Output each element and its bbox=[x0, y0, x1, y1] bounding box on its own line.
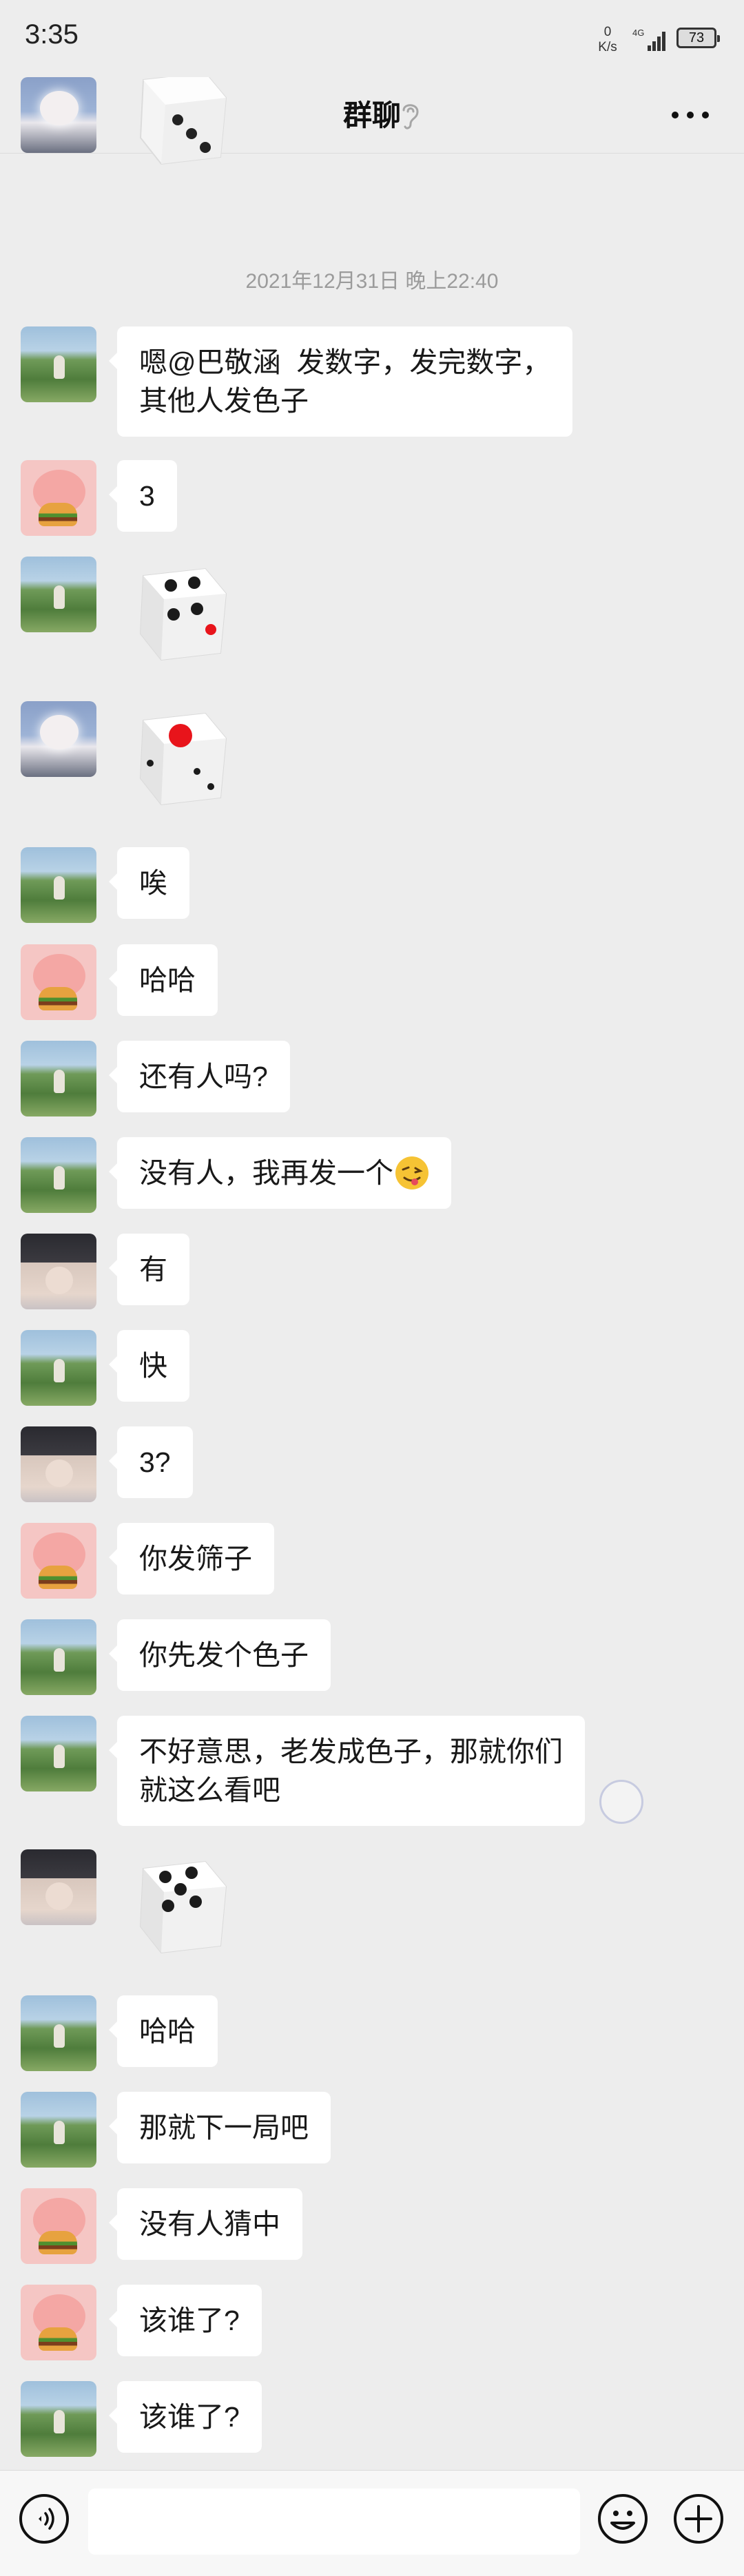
avatar[interactable] bbox=[21, 326, 96, 402]
message-input[interactable] bbox=[88, 2489, 580, 2555]
avatar[interactable] bbox=[21, 2188, 96, 2264]
network-speed: 0 K/s bbox=[594, 25, 621, 55]
message-bubble[interactable]: 3? bbox=[109, 1426, 193, 1498]
avatar[interactable] bbox=[21, 1716, 96, 1791]
message-bubble[interactable]: 哈哈 bbox=[109, 1995, 218, 2067]
avatar[interactable] bbox=[21, 701, 96, 777]
message-text: 没有人，我再发一个 bbox=[139, 1157, 393, 1189]
battery-icon: 73 bbox=[676, 28, 720, 48]
avatar[interactable] bbox=[21, 1330, 96, 1406]
message-bubble[interactable]: 哈哈 bbox=[109, 944, 218, 1016]
avatar[interactable] bbox=[21, 1619, 96, 1695]
message-bubble[interactable]: 没有人，我再发一个 bbox=[109, 1137, 451, 1209]
message-bubble[interactable]: 没有人猜中 bbox=[109, 2188, 302, 2260]
emoji-icon[interactable] bbox=[597, 2493, 649, 2545]
avatar[interactable] bbox=[21, 2381, 96, 2457]
dice-sticker[interactable] bbox=[123, 552, 240, 669]
avatar[interactable] bbox=[21, 1523, 96, 1599]
message-bubble[interactable]: 唉 bbox=[109, 847, 189, 919]
message-item bbox=[0, 77, 744, 180]
message-bubble[interactable]: 快 bbox=[109, 1330, 189, 1402]
avatar[interactable] bbox=[21, 2092, 96, 2168]
message-bubble[interactable]: 该谁了? bbox=[109, 2381, 262, 2453]
floating-scroll-indicator[interactable] bbox=[599, 1780, 643, 1824]
dice-sticker[interactable] bbox=[123, 1845, 240, 1962]
network-speed-value: 0 bbox=[603, 25, 612, 39]
cellular-signal-icon: 4G bbox=[632, 28, 665, 51]
message-bubble[interactable]: 有 bbox=[109, 1234, 189, 1305]
message-bubble[interactable]: 你先发个色子 bbox=[109, 1619, 331, 1691]
winking-face-tongue-icon bbox=[395, 1156, 428, 1190]
avatar[interactable] bbox=[21, 557, 96, 632]
add-attachment-icon[interactable] bbox=[672, 2493, 725, 2545]
avatar[interactable] bbox=[21, 1849, 96, 1925]
avatar[interactable] bbox=[21, 1995, 96, 2071]
avatar[interactable] bbox=[21, 2285, 96, 2360]
avatar[interactable] bbox=[21, 1234, 96, 1309]
avatar[interactable] bbox=[21, 1041, 96, 1116]
dice-sticker[interactable] bbox=[123, 697, 240, 814]
message-bubble[interactable]: 该谁了? bbox=[109, 2285, 262, 2356]
status-bar: 3:35 0 K/s 4G 73 bbox=[0, 0, 744, 76]
avatar[interactable] bbox=[21, 1426, 96, 1502]
status-time: 3:35 bbox=[25, 19, 79, 50]
voice-input-icon[interactable] bbox=[18, 2493, 70, 2545]
message-bubble[interactable]: 不好意思，老发成色子，那就你们 就这么看吧 bbox=[109, 1716, 585, 1826]
message-bubble[interactable]: 还有人吗? bbox=[109, 1041, 290, 1112]
avatar[interactable] bbox=[21, 847, 96, 923]
message-bubble[interactable]: 嗯@巴敬涵 发数字，发完数字， 其他人发色子 bbox=[108, 326, 573, 437]
message-bubble[interactable]: 你发筛子 bbox=[109, 1523, 274, 1595]
chat-input-bar bbox=[0, 2470, 744, 2576]
avatar[interactable] bbox=[21, 1137, 96, 1213]
avatar[interactable] bbox=[21, 77, 96, 153]
message-timestamp: 2021年12月31日 晚上22:40 bbox=[245, 270, 499, 293]
message-bubble[interactable]: 那就下一局吧 bbox=[109, 2092, 331, 2163]
network-speed-unit: K/s bbox=[598, 40, 617, 54]
avatar[interactable] bbox=[21, 944, 96, 1020]
network-type-label: 4G bbox=[632, 28, 644, 38]
avatar[interactable] bbox=[21, 460, 96, 536]
message-bubble[interactable]: 3 bbox=[109, 460, 177, 532]
dice-sticker[interactable] bbox=[123, 77, 240, 174]
